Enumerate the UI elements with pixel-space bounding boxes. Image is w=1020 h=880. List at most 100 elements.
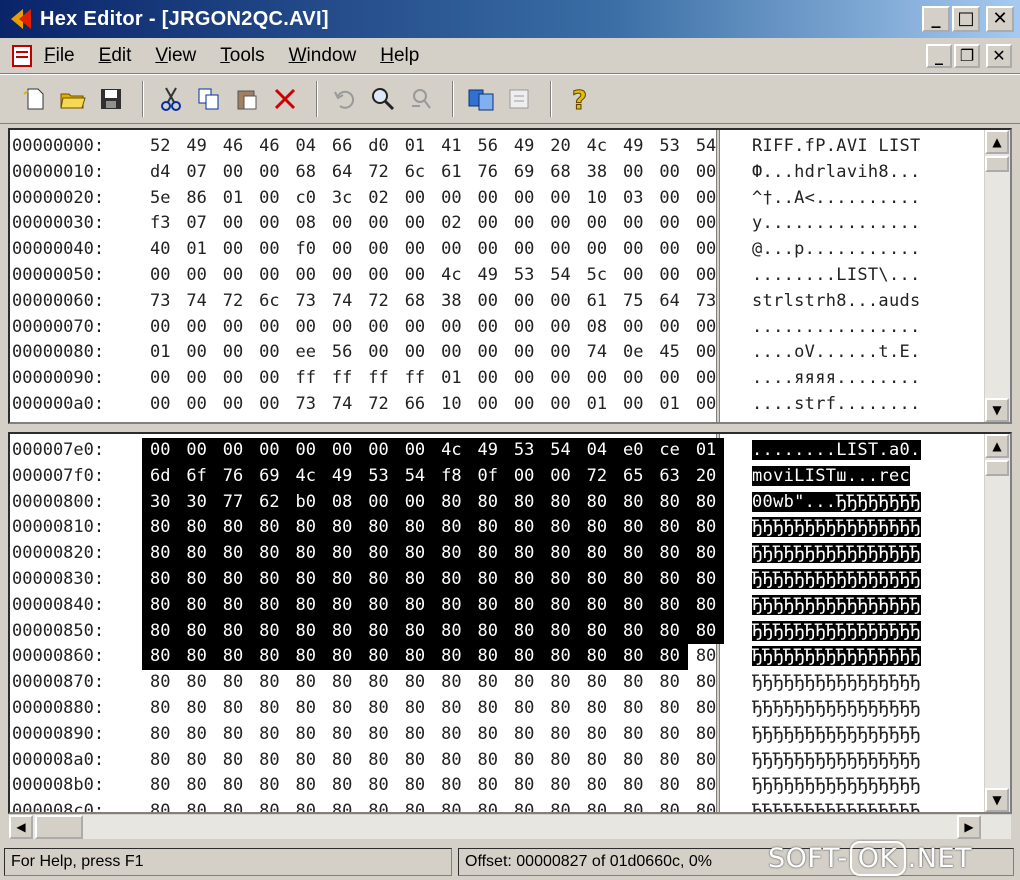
hex-byte[interactable]: 80: [688, 644, 724, 670]
ascii-text[interactable]: ЂЂЂЂЂЂЂЂЂЂЂЂЂЂЂЂ: [752, 644, 948, 670]
hex-byte[interactable]: 80: [251, 799, 287, 812]
hex-byte[interactable]: 38: [433, 289, 469, 315]
hex-byte[interactable]: 00: [542, 211, 578, 237]
cut-icon[interactable]: [154, 82, 188, 116]
hex-byte[interactable]: 80: [687, 618, 725, 645]
hex-byte[interactable]: 4c: [433, 263, 469, 289]
hex-byte[interactable]: 80: [470, 799, 506, 812]
hex-byte[interactable]: 80: [360, 696, 396, 722]
hex-byte[interactable]: 76: [470, 160, 506, 186]
hex-byte[interactable]: f3: [142, 211, 178, 237]
hex-byte[interactable]: 80: [687, 515, 725, 542]
hex-byte[interactable]: 00: [251, 392, 287, 418]
hex-byte[interactable]: 62: [251, 489, 288, 516]
hex-byte[interactable]: 80: [578, 515, 616, 542]
hex-byte[interactable]: 80: [542, 722, 578, 748]
hex-byte[interactable]: 80: [542, 696, 578, 722]
menu-file[interactable]: File: [44, 45, 75, 67]
title-bar[interactable]: Hex Editor - [JRGON2QC.AVI] _ □ ✕: [0, 0, 1020, 38]
ascii-text[interactable]: ....яяяя........: [752, 366, 948, 392]
hex-byte[interactable]: 00: [360, 438, 397, 464]
hex-byte[interactable]: 80: [651, 773, 687, 799]
hex-byte[interactable]: 80: [288, 696, 324, 722]
hex-byte[interactable]: 00: [397, 340, 433, 366]
hex-byte[interactable]: 80: [542, 489, 579, 516]
menu-view[interactable]: View: [155, 45, 196, 67]
hex-byte[interactable]: 80: [470, 748, 506, 774]
hex-byte[interactable]: 80: [615, 566, 652, 593]
hex-byte[interactable]: 00: [615, 366, 651, 392]
hex-byte[interactable]: 74: [324, 289, 360, 315]
hex-byte[interactable]: 00: [688, 315, 724, 341]
hex-byte[interactable]: 00: [651, 366, 687, 392]
hex-byte[interactable]: 00: [688, 263, 724, 289]
hex-byte[interactable]: 80: [505, 541, 543, 567]
hex-byte[interactable]: 80: [360, 618, 397, 645]
hex-byte[interactable]: 80: [651, 489, 688, 516]
hex-byte[interactable]: 80: [287, 515, 324, 542]
hex-byte[interactable]: 01: [651, 392, 687, 418]
hex-byte[interactable]: 00: [688, 237, 724, 263]
hex-byte[interactable]: 80: [142, 748, 178, 774]
hex-byte[interactable]: 80: [178, 748, 214, 774]
hex-byte[interactable]: 80: [542, 566, 579, 593]
hex-byte[interactable]: 73: [288, 392, 324, 418]
hex-byte[interactable]: 80: [687, 592, 725, 619]
hex-byte[interactable]: 00: [433, 340, 469, 366]
hex-byte[interactable]: 66: [324, 134, 360, 160]
hex-byte[interactable]: 73: [288, 289, 324, 315]
hex-byte[interactable]: 80: [542, 515, 579, 542]
hex-byte[interactable]: 80: [469, 566, 506, 593]
hex-byte[interactable]: 80: [542, 592, 579, 619]
hex-byte[interactable]: 80: [214, 566, 252, 593]
hex-byte[interactable]: 4c: [579, 134, 615, 160]
hex-byte[interactable]: 80: [324, 696, 360, 722]
hex-byte[interactable]: 00: [215, 315, 251, 341]
replace-icon[interactable]: [404, 82, 438, 116]
hex-byte[interactable]: d0: [360, 134, 396, 160]
hex-byte[interactable]: 40: [142, 237, 178, 263]
hex-byte[interactable]: 80: [397, 696, 433, 722]
hex-byte[interactable]: 00: [142, 315, 178, 341]
hex-byte[interactable]: 00: [251, 366, 287, 392]
hex-byte[interactable]: 80: [360, 566, 397, 593]
hex-byte[interactable]: 00: [215, 340, 251, 366]
hex-byte[interactable]: 80: [651, 722, 687, 748]
child-restore-button[interactable]: ❐: [954, 44, 980, 68]
hex-byte[interactable]: 80: [578, 592, 616, 619]
hex-byte[interactable]: 53: [360, 463, 397, 490]
hex-byte[interactable]: 80: [651, 799, 687, 812]
hex-byte[interactable]: 80: [688, 799, 724, 812]
hex-byte[interactable]: 80: [142, 670, 178, 696]
hex-byte[interactable]: 00: [688, 160, 724, 186]
hex-byte[interactable]: 49: [506, 134, 542, 160]
hex-byte[interactable]: 80: [324, 722, 360, 748]
hex-byte[interactable]: 80: [397, 670, 433, 696]
hex-byte[interactable]: 00: [542, 340, 578, 366]
hex-byte[interactable]: 80: [578, 618, 616, 645]
hex-byte[interactable]: 80: [251, 592, 288, 619]
ascii-text[interactable]: Ф...hdrlavih8...: [752, 160, 948, 186]
child-close-button[interactable]: ✕: [986, 44, 1012, 68]
hex-byte[interactable]: 80: [142, 773, 178, 799]
hex-byte[interactable]: 00: [506, 392, 542, 418]
hex-byte[interactable]: 04: [288, 134, 324, 160]
hex-byte[interactable]: 80: [469, 489, 506, 516]
hex-byte[interactable]: 80: [360, 670, 396, 696]
hex-byte[interactable]: 80: [251, 515, 288, 542]
hex-byte[interactable]: 46: [251, 134, 287, 160]
hex-byte[interactable]: 10: [579, 186, 615, 212]
hex-byte[interactable]: 00: [215, 237, 251, 263]
hex-byte[interactable]: 80: [651, 644, 688, 671]
hex-byte[interactable]: 00: [542, 315, 578, 341]
hex-byte[interactable]: 86: [178, 186, 214, 212]
hex-byte[interactable]: 80: [396, 515, 434, 542]
hex-byte[interactable]: 72: [360, 289, 396, 315]
hex-byte[interactable]: 80: [397, 799, 433, 812]
hex-byte[interactable]: 80: [505, 489, 543, 516]
hex-byte[interactable]: f0: [288, 237, 324, 263]
hex-byte[interactable]: 00: [178, 263, 214, 289]
hex-byte[interactable]: 80: [579, 696, 615, 722]
hex-byte[interactable]: 80: [433, 722, 469, 748]
hex-byte[interactable]: 00: [215, 211, 251, 237]
